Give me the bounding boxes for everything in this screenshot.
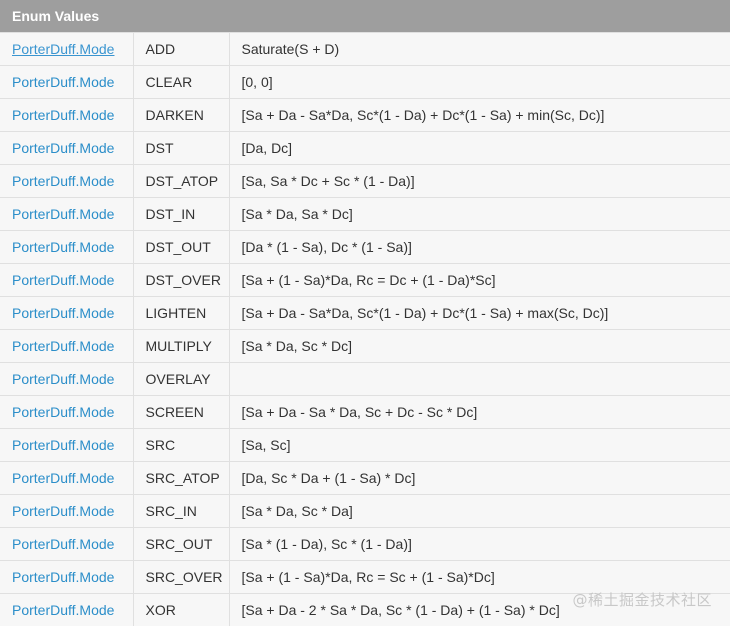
type-cell: PorterDuff.Mode	[0, 230, 134, 264]
type-link[interactable]: PorterDuff.Mode	[12, 239, 114, 255]
enum-name-cell: DARKEN	[132, 98, 230, 132]
enum-name-cell: XOR	[132, 593, 230, 626]
type-cell: PorterDuff.Mode	[0, 131, 134, 165]
type-link[interactable]: PorterDuff.Mode	[12, 536, 114, 552]
formula-cell: [Sa * Da, Sa * Dc]	[228, 197, 730, 231]
type-cell: PorterDuff.Mode	[0, 197, 134, 231]
type-cell: PorterDuff.Mode	[0, 362, 134, 396]
enum-values-panel: Enum Values PorterDuff.Mode ADD Saturate(S…	[0, 0, 730, 626]
enum-name-cell: OVERLAY	[132, 362, 230, 396]
enum-name-cell: DST_OUT	[132, 230, 230, 264]
type-cell: PorterDuff.Mode	[0, 461, 134, 495]
table-row: PorterDuff.Mode DST_OUT [Da * (1 - Sa), Dc…	[0, 230, 730, 264]
table-row: PorterDuff.Mode DST_ATOP [Sa, Sa * Dc + Sc…	[0, 164, 730, 198]
formula-cell: [Sa, Sa * Dc + Sc * (1 - Da)]	[228, 164, 730, 198]
type-cell: PorterDuff.Mode	[0, 32, 134, 66]
enum-name-cell: CLEAR	[132, 65, 230, 99]
type-link[interactable]: PorterDuff.Mode	[12, 569, 114, 585]
enum-name-cell: DST_ATOP	[132, 164, 230, 198]
type-cell: PorterDuff.Mode	[0, 329, 134, 363]
enum-name-cell: SRC_OVER	[132, 560, 230, 594]
enum-name-cell: SCREEN	[132, 395, 230, 429]
type-cell: PorterDuff.Mode	[0, 98, 134, 132]
type-cell: PorterDuff.Mode	[0, 164, 134, 198]
enum-name-cell: MULTIPLY	[132, 329, 230, 363]
table-row: PorterDuff.Mode SCREEN [Sa + Da - Sa * Da,…	[0, 395, 730, 429]
table-header: Enum Values	[0, 0, 730, 32]
table-row: PorterDuff.Mode DST_OVER [Sa + (1 - Sa)*Da…	[0, 263, 730, 297]
type-link[interactable]: PorterDuff.Mode	[12, 74, 114, 90]
enum-table-body: PorterDuff.Mode ADD Saturate(S + D) PorterD…	[0, 32, 730, 626]
formula-cell: [Sa * (1 - Da), Sc * (1 - Da)]	[228, 527, 730, 561]
enum-name-cell: LIGHTEN	[132, 296, 230, 330]
table-row: PorterDuff.Mode SRC_IN [Sa * Da, Sc * Da]	[0, 494, 730, 528]
type-cell: PorterDuff.Mode	[0, 527, 134, 561]
type-link[interactable]: PorterDuff.Mode	[12, 503, 114, 519]
formula-cell: [Sa + (1 - Sa)*Da, Rc = Dc + (1 - Da)*Sc…	[228, 263, 730, 297]
table-row: PorterDuff.Mode DARKEN [Sa + Da - Sa*Da, S…	[0, 98, 730, 132]
type-link[interactable]: PorterDuff.Mode	[12, 140, 114, 156]
formula-cell: [Da * (1 - Sa), Dc * (1 - Sa)]	[228, 230, 730, 264]
type-cell: PorterDuff.Mode	[0, 65, 134, 99]
type-link[interactable]: PorterDuff.Mode	[12, 404, 114, 420]
type-cell: PorterDuff.Mode	[0, 428, 134, 462]
table-row: PorterDuff.Mode SRC_OUT [Sa * (1 - Da), Sc…	[0, 527, 730, 561]
enum-table: PorterDuff.Mode ADD Saturate(S + D) PorterD…	[0, 32, 730, 626]
type-link[interactable]: PorterDuff.Mode	[12, 602, 114, 618]
type-link[interactable]: PorterDuff.Mode	[12, 206, 114, 222]
type-cell: PorterDuff.Mode	[0, 593, 134, 626]
type-link[interactable]: PorterDuff.Mode	[12, 371, 114, 387]
watermark: @稀土掘金技术社区	[572, 591, 712, 609]
formula-cell: [Da, Dc]	[228, 131, 730, 165]
enum-name-cell: DST_IN	[132, 197, 230, 231]
formula-cell: [0, 0]	[228, 65, 730, 99]
enum-name-cell: DST_OVER	[132, 263, 230, 297]
type-cell: PorterDuff.Mode	[0, 560, 134, 594]
type-link[interactable]: PorterDuff.Mode	[12, 41, 114, 57]
formula-cell: Saturate(S + D)	[228, 32, 730, 66]
enum-name-cell: ADD	[132, 32, 230, 66]
formula-cell: [Sa + Da - Sa * Da, Sc + Dc - Sc * Dc]	[228, 395, 730, 429]
table-row: PorterDuff.Mode DST [Da, Dc]	[0, 131, 730, 165]
table-row: PorterDuff.Mode CLEAR [0, 0]	[0, 65, 730, 99]
enum-name-cell: SRC_OUT	[132, 527, 230, 561]
table-row: PorterDuff.Mode OVERLAY	[0, 362, 730, 396]
enum-name-cell: SRC_ATOP	[132, 461, 230, 495]
formula-cell: [Sa * Da, Sc * Dc]	[228, 329, 730, 363]
type-cell: PorterDuff.Mode	[0, 395, 134, 429]
enum-name-cell: DST	[132, 131, 230, 165]
table-row: PorterDuff.Mode LIGHTEN [Sa + Da - Sa*Da, …	[0, 296, 730, 330]
formula-cell: [Sa + Da - Sa*Da, Sc*(1 - Da) + Dc*(1 - …	[228, 296, 730, 330]
type-cell: PorterDuff.Mode	[0, 494, 134, 528]
enum-name-cell: SRC_IN	[132, 494, 230, 528]
type-cell: PorterDuff.Mode	[0, 296, 134, 330]
formula-cell: [Sa + Da - Sa*Da, Sc*(1 - Da) + Dc*(1 - …	[228, 98, 730, 132]
type-link[interactable]: PorterDuff.Mode	[12, 107, 114, 123]
type-link[interactable]: PorterDuff.Mode	[12, 470, 114, 486]
formula-cell	[228, 362, 730, 396]
type-link[interactable]: PorterDuff.Mode	[12, 305, 114, 321]
table-row: PorterDuff.Mode SRC [Sa, Sc]	[0, 428, 730, 462]
enum-name-cell: SRC	[132, 428, 230, 462]
type-link[interactable]: PorterDuff.Mode	[12, 338, 114, 354]
table-row: PorterDuff.Mode DST_IN [Sa * Da, Sa * Dc]	[0, 197, 730, 231]
formula-cell: [Sa, Sc]	[228, 428, 730, 462]
table-row: PorterDuff.Mode MULTIPLY [Sa * Da, Sc * Dc…	[0, 329, 730, 363]
type-link[interactable]: PorterDuff.Mode	[12, 272, 114, 288]
type-link[interactable]: PorterDuff.Mode	[12, 437, 114, 453]
formula-cell: [Da, Sc * Da + (1 - Sa) * Dc]	[228, 461, 730, 495]
type-cell: PorterDuff.Mode	[0, 263, 134, 297]
table-row: PorterDuff.Mode SRC_ATOP [Da, Sc * Da + (1…	[0, 461, 730, 495]
formula-cell: [Sa * Da, Sc * Da]	[228, 494, 730, 528]
type-link[interactable]: PorterDuff.Mode	[12, 173, 114, 189]
table-row: PorterDuff.Mode ADD Saturate(S + D)	[0, 32, 730, 66]
